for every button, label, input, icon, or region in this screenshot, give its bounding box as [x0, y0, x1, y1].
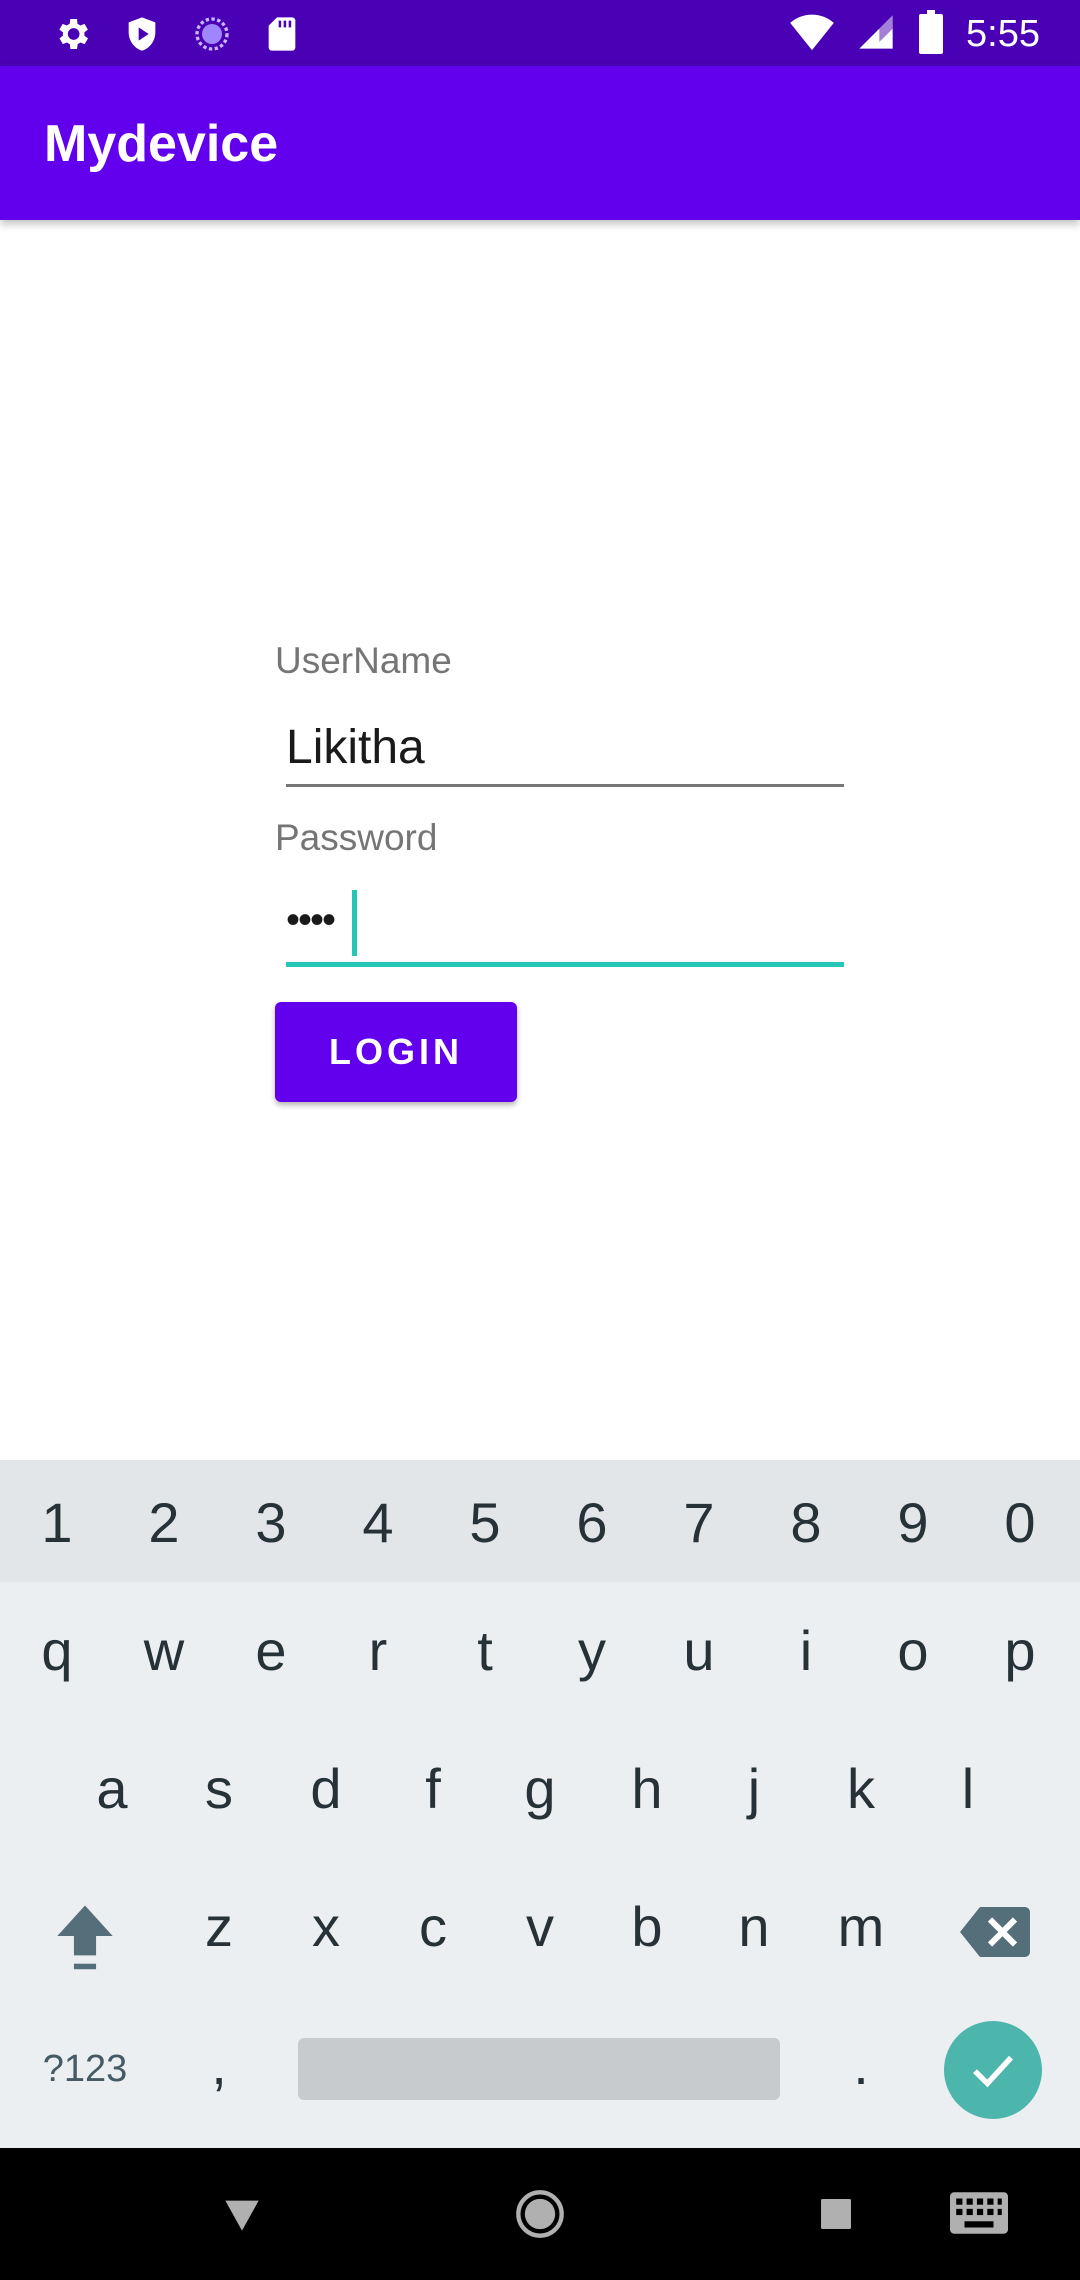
checkmark-icon	[973, 2055, 1013, 2088]
username-underline	[286, 784, 844, 787]
key-v[interactable]: v	[490, 1894, 590, 1959]
username-label: UserName	[275, 640, 452, 681]
status-time: 5:55	[966, 13, 1040, 55]
key-n[interactable]: n	[704, 1894, 804, 1959]
key-u[interactable]: u	[649, 1618, 749, 1683]
key-1[interactable]: 1	[7, 1490, 107, 1555]
battery-icon	[918, 10, 944, 59]
enter-key[interactable]	[944, 2021, 1042, 2119]
password-underline	[286, 962, 844, 967]
backspace-key[interactable]	[945, 1906, 1045, 1971]
key-6[interactable]: 6	[542, 1490, 642, 1555]
key-i[interactable]: i	[756, 1618, 856, 1683]
recents-icon[interactable]	[818, 2196, 854, 2237]
backspace-icon	[960, 1907, 1030, 1957]
key-t[interactable]: t	[435, 1618, 535, 1683]
home-icon[interactable]	[514, 2188, 566, 2245]
key-e[interactable]: e	[221, 1618, 321, 1683]
shield-play-icon	[122, 14, 162, 59]
wifi-icon	[790, 12, 834, 57]
key-c[interactable]: c	[383, 1894, 483, 1959]
password-field[interactable]: ••••	[286, 898, 336, 943]
key-r[interactable]: r	[328, 1618, 428, 1683]
login-button[interactable]: LOGIN	[275, 1002, 517, 1102]
period-key[interactable]: .	[811, 2032, 911, 2097]
key-a[interactable]: a	[62, 1756, 162, 1821]
navigation-bar	[0, 2148, 1080, 2280]
status-bar: 5:55	[0, 0, 1080, 66]
signal-icon	[856, 12, 896, 57]
key-o[interactable]: o	[863, 1618, 963, 1683]
comma-key[interactable]: ,	[169, 2032, 269, 2097]
key-g[interactable]: g	[490, 1756, 590, 1821]
sd-card-icon	[262, 14, 302, 59]
sync-circle-icon	[192, 14, 232, 59]
key-5[interactable]: 5	[435, 1490, 535, 1555]
key-q[interactable]: q	[7, 1618, 107, 1683]
key-p[interactable]: p	[970, 1618, 1070, 1683]
key-s[interactable]: s	[169, 1756, 269, 1821]
app-title: Mydevice	[44, 115, 279, 173]
shift-key[interactable]	[35, 1900, 135, 1985]
key-j[interactable]: j	[704, 1756, 804, 1821]
username-field[interactable]: Likitha	[286, 720, 425, 775]
key-k[interactable]: k	[811, 1756, 911, 1821]
soft-keyboard: 1 2 3 4 5 6 7 8 9 0 q w e r t y u i o p …	[0, 1460, 1080, 2148]
key-x[interactable]: x	[276, 1894, 376, 1959]
symbols-key[interactable]: ?123	[35, 2048, 135, 2091]
space-key[interactable]	[298, 2038, 780, 2100]
key-l[interactable]: l	[918, 1756, 1018, 1821]
keyboard-switch-icon[interactable]	[950, 2192, 1008, 2239]
key-0[interactable]: 0	[970, 1490, 1070, 1555]
settings-icon	[52, 14, 92, 59]
key-4[interactable]: 4	[328, 1490, 428, 1555]
key-h[interactable]: h	[597, 1756, 697, 1821]
text-cursor	[352, 890, 357, 956]
shift-icon	[57, 1905, 113, 1970]
key-z[interactable]: z	[169, 1894, 269, 1959]
key-7[interactable]: 7	[649, 1490, 749, 1555]
app-bar: Mydevice	[0, 66, 1080, 220]
key-8[interactable]: 8	[756, 1490, 856, 1555]
key-b[interactable]: b	[597, 1894, 697, 1959]
password-label: Password	[275, 817, 438, 858]
number-row: 1 2 3 4 5 6 7 8 9 0	[0, 1460, 1080, 1582]
key-3[interactable]: 3	[221, 1490, 321, 1555]
key-9[interactable]: 9	[863, 1490, 963, 1555]
key-2[interactable]: 2	[114, 1490, 214, 1555]
key-d[interactable]: d	[276, 1756, 376, 1821]
key-m[interactable]: m	[811, 1894, 911, 1959]
key-f[interactable]: f	[383, 1756, 483, 1821]
key-y[interactable]: y	[542, 1618, 642, 1683]
key-w[interactable]: w	[114, 1618, 214, 1683]
back-icon[interactable]	[222, 2194, 262, 2239]
